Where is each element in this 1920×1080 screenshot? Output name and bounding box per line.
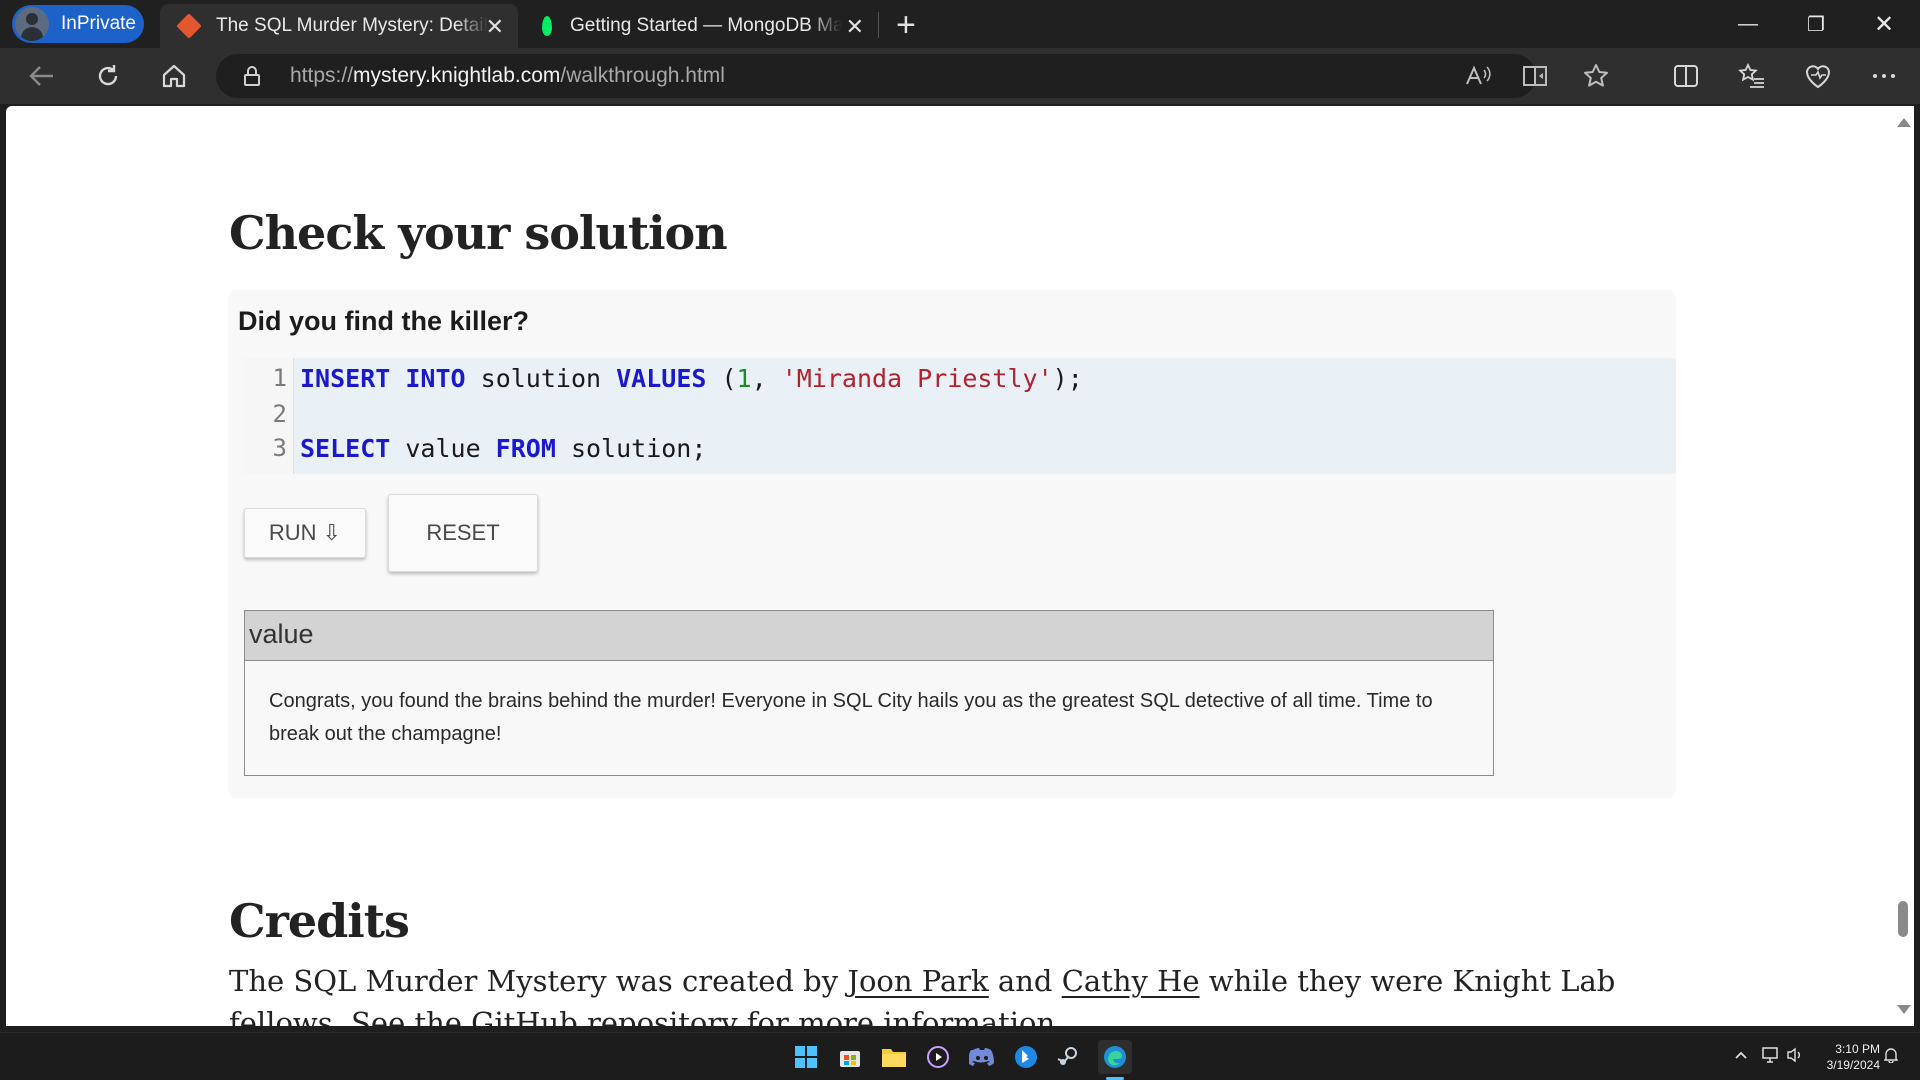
tab-title: Getting Started — MongoDB Manual [570,15,842,36]
store-icon[interactable] [836,1043,864,1071]
sql-keyword: SELECT [300,434,391,463]
cathy-he-link[interactable]: Cathy He [1062,964,1200,998]
inprivate-button[interactable]: InPrivate [12,5,144,43]
scrollbar-thumb[interactable] [1898,901,1908,937]
lock-icon[interactable] [244,66,260,86]
chevron-up-icon[interactable] [1734,1047,1748,1065]
line-number: 3 [272,434,287,462]
tab-title: The SQL Murder Mystery: Detailed walkthr… [216,15,488,36]
tab-mongodb-manual[interactable]: Getting Started — MongoDB Manual ✕ [522,4,878,48]
credits-heading: Credits [229,894,410,948]
knightlab-favicon-icon [176,13,202,39]
sql-keyword: INSERT [300,364,391,393]
sql-text: value [390,434,496,463]
refresh-icon[interactable] [86,56,130,96]
sql-keyword: INTO [405,364,466,393]
tab-separator [878,12,879,38]
network-icon[interactable] [1762,1047,1780,1068]
close-window-button[interactable]: ✕ [1850,0,1918,48]
line-number: 2 [272,400,287,428]
result-column-header: value [245,611,1493,661]
notification-bell-icon[interactable] [1883,1047,1899,1068]
windows-taskbar: 3:10 PM 3/19/2024 [0,1032,1920,1080]
scroll-up-icon[interactable] [1897,118,1911,127]
sql-text: , [751,364,782,393]
edge-icon[interactable] [1098,1040,1132,1074]
clock-time: 3:10 PM [1835,1042,1880,1056]
browser-essentials-icon[interactable] [1796,54,1840,98]
sql-string: 'Miranda Priestly' [781,364,1053,393]
mongodb-favicon-icon [542,16,552,36]
solution-card: Did you find the killer? 1 2 3 INSERT IN… [228,290,1676,798]
tab-bar: InPrivate The SQL Murder Mystery: Detail… [0,0,1920,48]
inprivate-label: InPrivate [61,13,136,34]
bing-icon[interactable] [1012,1043,1040,1071]
sql-text: solution; [555,434,707,463]
joon-park-link[interactable]: Joon Park [847,964,988,998]
tab-sql-murder-mystery[interactable]: The SQL Murder Mystery: Detailed walkthr… [160,4,518,48]
media-player-icon[interactable] [924,1043,952,1071]
page-scrollbar[interactable] [1892,106,1914,1026]
navigation-bar: https://mystery.knightlab.com/walkthroug… [0,48,1920,104]
discord-icon[interactable] [968,1043,996,1071]
line-number-gutter: 1 2 3 [244,358,294,474]
clock-date: 3/19/2024 [1826,1058,1880,1072]
split-screen-icon[interactable] [1664,54,1708,98]
sql-text: ( [706,364,737,393]
sql-text: ); [1052,364,1083,393]
url-text[interactable]: https://mystery.knightlab.com/walkthroug… [290,64,725,88]
read-aloud-icon[interactable] [1460,60,1496,92]
sql-number: 1 [736,364,752,393]
more-icon[interactable] [1862,54,1906,98]
web-page: Check your solution Did you find the kil… [6,106,1892,1026]
result-cell: Congrats, you found the brains behind th… [269,690,1433,745]
system-clock[interactable]: 3:10 PM 3/19/2024 [1827,1041,1880,1073]
address-bar[interactable]: https://mystery.knightlab.com/walkthroug… [216,54,1608,98]
result-table: value Congrats, you found the brains beh… [244,610,1494,776]
reset-button[interactable]: RESET [388,494,538,572]
line-number: 1 [272,364,287,392]
new-tab-button[interactable]: + [896,6,916,45]
tab-close-icon[interactable]: ✕ [486,14,504,40]
check-solution-heading: Check your solution [229,206,728,260]
file-explorer-icon[interactable] [880,1043,908,1071]
card-title: Did you find the killer? [238,306,530,336]
minimize-button[interactable]: — [1714,0,1782,48]
code-line-3[interactable]: SELECT value FROM solution; [300,434,706,463]
run-button[interactable]: RUN ⇩ [244,508,366,558]
credits-paragraph: The SQL Murder Mystery was created by Jo… [229,964,1616,1026]
restore-button[interactable]: ❐ [1782,0,1850,48]
favorite-star-icon[interactable] [1578,60,1614,92]
sql-text: solution [465,364,617,393]
back-icon[interactable] [20,56,64,96]
code-line-1[interactable]: INSERT INTO solution VALUES (1, 'Miranda… [300,364,1083,393]
sql-keyword: VALUES [616,364,707,393]
immersive-reader-icon[interactable] [1518,60,1554,92]
windows-start-icon[interactable] [792,1043,820,1071]
favorites-icon[interactable] [1730,54,1774,98]
steam-icon[interactable] [1054,1043,1082,1071]
tab-close-icon[interactable]: ✕ [846,14,864,40]
profile-avatar-icon [15,7,49,41]
scroll-down-icon[interactable] [1897,1005,1911,1014]
home-icon[interactable] [152,56,196,96]
volume-icon[interactable] [1786,1047,1804,1068]
sql-code-editor[interactable]: 1 2 3 INSERT INTO solution VALUES (1, 'M… [244,358,1676,474]
sql-keyword: FROM [495,434,556,463]
